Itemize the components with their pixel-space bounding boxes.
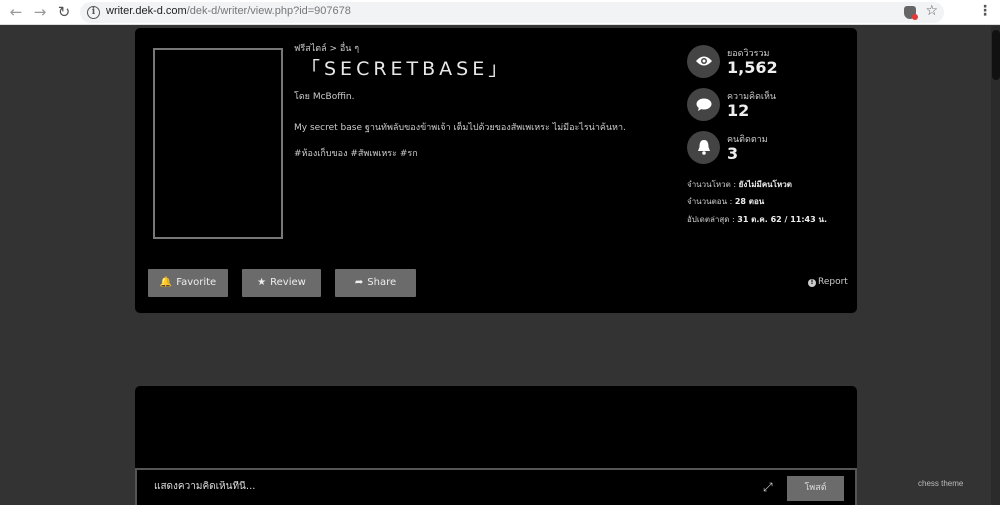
story-card: ฟรีสไตล์ > อื่น ๆ 「SECRETBASE」 โดย McBof… (135, 28, 857, 313)
report-label: Report (818, 277, 848, 287)
share-button-label: Share (367, 277, 397, 288)
url-text[interactable]: writer.dek-d.com/dek-d/writer/view.php?i… (106, 5, 351, 17)
browser-toolbar: ← → ↻ i writer.dek-d.com/dek-d/writer/vi… (0, 0, 1000, 25)
meta-votes: จำนวนโหวต : ยังไม่มีคนโหวต (687, 178, 792, 191)
info-icon[interactable]: i (87, 6, 100, 19)
speech-bubble-icon (687, 88, 720, 121)
alert-icon: ! (808, 279, 816, 287)
meta-votes-value: ยังไม่มีคนโหวต (738, 180, 792, 189)
page-scrollbar[interactable] (991, 26, 1000, 505)
story-cover-image[interactable] (153, 48, 283, 239)
post-comment-button[interactable]: โพสต์ (787, 476, 844, 501)
meta-updated-value: 31 ต.ค. 62 / 11:43 น. (737, 215, 827, 224)
story-description: My secret base ฐานทัพลับของข้าพเจ้า เต็ม… (294, 123, 626, 133)
meta-episodes-label: จำนวนตอน : (687, 197, 735, 206)
back-arrow-icon[interactable]: ← (7, 3, 25, 21)
report-link[interactable]: ! Report (808, 277, 848, 287)
favorite-button[interactable]: 🔔 Favorite (148, 269, 228, 297)
meta-updated: อัปเดตล่าสุด : 31 ต.ค. 62 / 11:43 น. (687, 213, 827, 226)
story-title: 「SECRETBASE」 (301, 58, 512, 80)
meta-votes-label: จำนวนโหวต : (687, 180, 739, 189)
share-arrow-icon: ➦ (354, 277, 364, 288)
story-author[interactable]: โดย McBoffin. (294, 89, 354, 103)
comment-input[interactable] (154, 481, 714, 492)
stat-views: ยอดวิวรวม 1,562 (687, 45, 847, 79)
bell-icon: 🔔 (159, 277, 173, 288)
forward-arrow-icon[interactable]: → (31, 3, 49, 21)
extension-icon[interactable] (904, 6, 918, 20)
bell-icon (687, 131, 720, 164)
url-domain: writer.dek-d.com (106, 5, 187, 17)
star-icon: ★ (257, 277, 267, 288)
bookmark-star-icon[interactable]: ☆ (925, 3, 938, 19)
stat-views-value: 1,562 (727, 58, 778, 77)
share-button[interactable]: ➦ Share (335, 269, 416, 297)
comment-section: ⤢ โพสต์ (135, 386, 857, 505)
kebab-menu-icon[interactable]: ⋮ (978, 3, 992, 19)
stat-comments: ความคิดเห็น 12 (687, 88, 847, 122)
comment-form: ⤢ โพสต์ (135, 468, 857, 505)
favorite-button-label: Favorite (176, 277, 217, 288)
stat-followers-value: 3 (727, 144, 739, 163)
reload-icon[interactable]: ↻ (55, 3, 73, 21)
expand-icon[interactable]: ⤢ (763, 480, 773, 495)
meta-updated-label: อัปเดตล่าสุด : (687, 215, 738, 224)
eye-icon (687, 45, 720, 78)
scrollbar-thumb[interactable] (992, 30, 1000, 80)
meta-episodes: จำนวนตอน : 28 ตอน (687, 195, 764, 208)
meta-episodes-value: 28 ตอน (734, 197, 765, 206)
review-button[interactable]: ★ Review (242, 269, 321, 297)
breadcrumb[interactable]: ฟรีสไตล์ > อื่น ๆ (294, 41, 359, 55)
url-path: /dek-d/writer/view.php?id=907678 (186, 5, 351, 17)
review-button-label: Review (270, 277, 306, 288)
address-bar[interactable]: i writer.dek-d.com/dek-d/writer/view.php… (80, 2, 944, 23)
theme-label: chess theme (918, 479, 964, 488)
story-tags[interactable]: #ห้องเก็บของ #สัพเพเหระ #รก (294, 146, 418, 160)
stat-followers: คนติดตาม 3 (687, 131, 847, 165)
stat-comments-value: 12 (727, 101, 750, 120)
